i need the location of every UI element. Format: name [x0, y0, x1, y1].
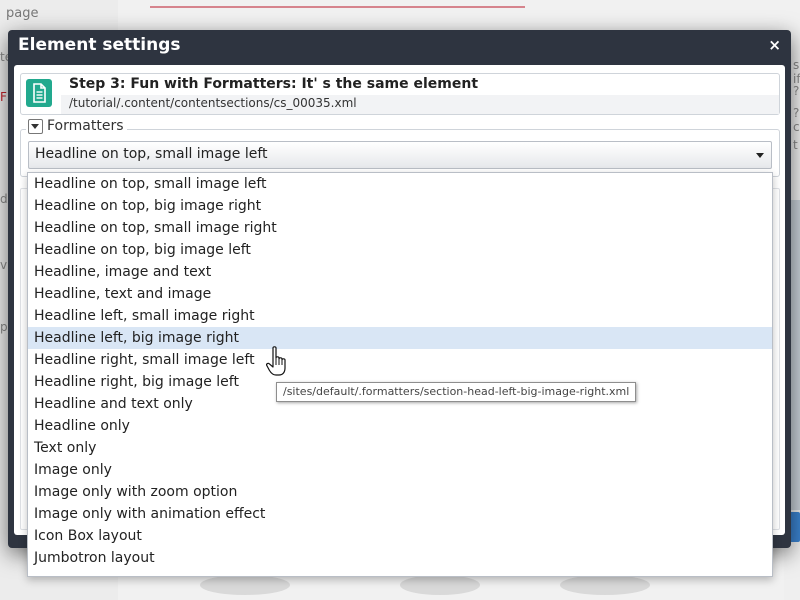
formatter-option[interactable]: Text only	[28, 437, 772, 459]
element-info-card: Step 3: Fun with Formatters: It' s the s…	[20, 73, 780, 115]
background-shape	[400, 575, 480, 595]
formatter-option[interactable]: Headline, image and text	[28, 261, 772, 283]
element-title: Step 3: Fun with Formatters: It' s the s…	[69, 76, 479, 92]
element-path: /tutorial/.content/contentsections/cs_00…	[69, 96, 357, 110]
document-icon	[26, 79, 52, 107]
dialog-title: Element settings	[18, 35, 181, 55]
formatters-label: Formatters	[47, 118, 124, 134]
background-shape	[560, 575, 650, 595]
formatter-option[interactable]: Headline only	[28, 415, 772, 437]
formatter-selected-value: Headline on top, small image left	[35, 146, 268, 162]
formatter-option[interactable]: Headline on top, big image left	[28, 239, 772, 261]
hand-cursor-icon	[266, 346, 286, 376]
chevron-down-icon	[756, 153, 764, 158]
close-icon[interactable]: ×	[768, 36, 781, 54]
formatter-option[interactable]: Image only with zoom option	[28, 481, 772, 503]
background-text-fragment: s	[793, 58, 800, 72]
formatter-option[interactable]: Headline left, small image right	[28, 305, 772, 327]
background-text-fragment: t	[793, 138, 798, 152]
formatter-select[interactable]: Headline on top, small image left	[28, 141, 772, 169]
collapse-toggle-icon[interactable]	[28, 118, 43, 134]
background-page-label: page	[6, 6, 39, 21]
formatter-option-hovered[interactable]: Headline left, big image right	[28, 327, 772, 349]
formatter-option[interactable]: Headline on top, small image left	[28, 173, 772, 195]
formatter-option[interactable]: Image only with animation effect	[28, 503, 772, 525]
formatter-option[interactable]: Headline right, small image left	[28, 349, 772, 371]
background-text-fragment: ?c	[793, 106, 800, 134]
formatter-dropdown-list: Headline on top, small image left Headli…	[27, 172, 773, 577]
background-text-fragment: ?	[793, 84, 800, 98]
formatter-path-tooltip: /sites/default/.formatters/section-head-…	[276, 382, 637, 402]
formatters-legend: Formatters	[26, 118, 127, 134]
formatter-option[interactable]: Icon Box layout	[28, 525, 772, 547]
formatter-option[interactable]: Headline, text and image	[28, 283, 772, 305]
background-shape	[200, 575, 290, 595]
background-divider	[150, 6, 525, 8]
formatter-option[interactable]: Headline on top, big image right	[28, 195, 772, 217]
formatter-option[interactable]: Image only	[28, 459, 772, 481]
formatter-option[interactable]: Headline on top, small image right	[28, 217, 772, 239]
formatter-option[interactable]: Jumbotron layout	[28, 547, 772, 569]
